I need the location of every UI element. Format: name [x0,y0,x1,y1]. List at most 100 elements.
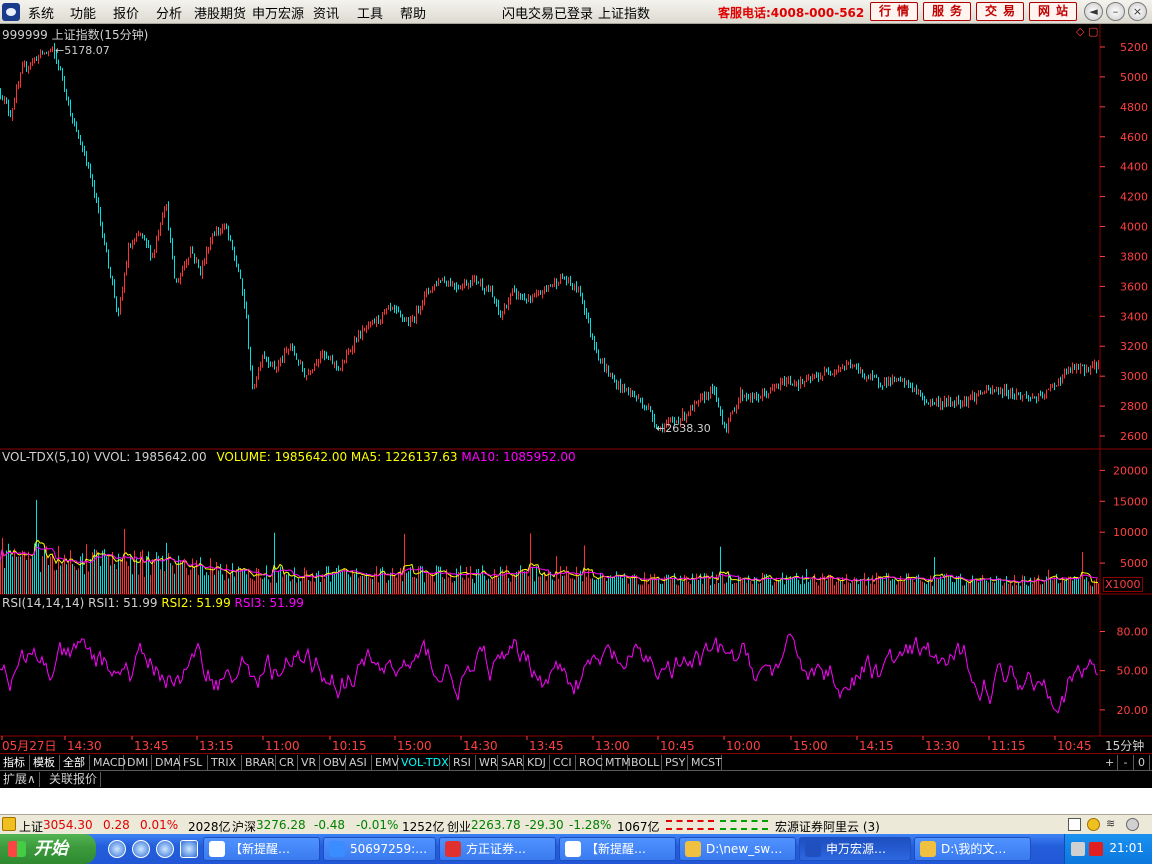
rsi-tick-label: 50.00 [1117,665,1149,678]
tab-macd[interactable]: MACD [90,755,126,770]
price-tick-label: 3200 [1120,340,1148,353]
tray-app-icon[interactable] [1089,842,1103,856]
alert-icon[interactable] [1087,818,1100,831]
start-button[interactable]: 开始 [0,834,96,864]
tab-vr[interactable]: VR [298,755,320,770]
task-item-1[interactable]: 【新提醒… [203,837,320,861]
app-logo-icon[interactable] [2,3,20,21]
cy-amount: 1067亿 [617,820,660,834]
tab--[interactable]: 模板 [30,755,60,770]
rsi3-label: RSI3 [234,596,262,610]
vvol-value: 1985642.00 [134,450,207,464]
task-item-7[interactable]: D:\我的文… [914,837,1031,861]
tab-cci[interactable]: CCI [550,755,576,770]
hs-pct: -0.01% [356,818,399,832]
settings-icon[interactable] [1126,818,1139,831]
ticker-icon[interactable] [2,817,16,831]
tab-dmi[interactable]: DMI [124,755,152,770]
price-tick-label: 2600 [1120,430,1148,443]
tab-mtm[interactable]: MTM [602,755,631,770]
tab-kdj[interactable]: KDJ [524,755,550,770]
related-quotes-tab[interactable]: 关联报价 [46,772,102,787]
zoom-out-button[interactable]: - [1118,755,1134,770]
tab-boll[interactable]: BOLL [628,755,662,770]
task-item-2[interactable]: 50697259:… [323,837,436,861]
menu-function[interactable]: 功能 [70,3,96,22]
sz-breadth-icon [720,820,768,830]
quote-button[interactable]: 行情 [870,2,918,21]
website-button[interactable]: 网站 [1029,2,1077,21]
tab-mcst[interactable]: MCST [688,755,722,770]
tab-wr[interactable]: WR [476,755,498,770]
browser-quicklaunch-icon[interactable] [156,840,174,858]
volume-tick-label: 20000 [1113,464,1148,477]
rsi-pane [0,633,1099,714]
folder-icon [685,841,701,857]
sh-amount: 2028亿 [188,820,231,834]
tab-emv[interactable]: EMV [372,755,399,770]
rsi-tick-label: 20.00 [1117,704,1149,717]
menu-help[interactable]: 帮助 [400,3,426,22]
tab-cr[interactable]: CR [276,755,298,770]
task-item-3[interactable]: 方正证券… [439,837,556,861]
hs-label[interactable]: 沪深 [232,818,256,835]
menu-hk-futures[interactable]: 港股期货 [194,3,246,22]
back-icon[interactable]: ◄ [1084,2,1103,21]
hs-amount: 1252亿 [402,820,445,834]
menu-shenwan[interactable]: 申万宏源 [252,3,304,22]
broker-server[interactable]: 宏源证券阿里云 (3) [775,818,880,835]
service-button[interactable]: 服务 [923,2,971,21]
tab--[interactable]: 全部 [60,755,90,770]
cy-label[interactable]: 创业 [447,818,471,835]
minimize-icon[interactable]: – [1106,2,1125,21]
x-tick-label: 11:15 [991,739,1026,753]
sh-label[interactable]: 上证 [19,818,43,835]
expand-toggle[interactable]: 扩展∧ [0,772,40,787]
menu-quote[interactable]: 报价 [113,3,139,22]
broker-app-icon [445,841,461,857]
extension-row: 扩展∧ 关联报价 [0,770,1152,788]
tab-sar[interactable]: SAR [498,755,524,770]
signal-icon: ≋ [1106,817,1116,830]
task-item-5[interactable]: D:\new_sw… [679,837,796,861]
tab-roc[interactable]: ROC [576,755,603,770]
task-item-6[interactable]: 申万宏源… [799,837,911,861]
close-icon[interactable]: × [1128,2,1147,21]
task-item-4[interactable]: 【新提醒… [559,837,676,861]
tab-asi[interactable]: ASI [346,755,372,770]
tab-rsi[interactable]: RSI [450,755,476,770]
period-label[interactable]: 15分钟 [1105,737,1144,754]
tab-brar[interactable]: BRAR [242,755,276,770]
rsi-tick-label: 80.00 [1117,626,1149,639]
tab-dma[interactable]: DMA [152,755,181,770]
tab--[interactable]: 指标 [0,755,30,770]
keyboard-icon[interactable] [1071,842,1085,856]
price-tick-label: 5000 [1120,71,1148,84]
layout-icon[interactable] [1068,818,1081,831]
tab-fsl[interactable]: FSL [180,755,208,770]
rsi2-value: 51.99 [196,596,231,610]
menu-system[interactable]: 系统 [28,3,54,22]
reset-zoom-button[interactable]: 0 [1134,755,1150,770]
zoom-in-button[interactable]: + [1102,755,1118,770]
app-quicklaunch-icon[interactable] [132,840,150,858]
shenwan-app-icon [805,841,821,857]
volume-tick-label: 10000 [1113,526,1148,539]
trade-button[interactable]: 交易 [976,2,1024,21]
menu-tools[interactable]: 工具 [357,3,383,22]
menu-analysis[interactable]: 分析 [156,3,182,22]
volume-tick-label: 5000 [1120,557,1148,570]
tab-psy[interactable]: PSY [662,755,688,770]
price-tick-label: 3800 [1120,250,1148,263]
desktop-quicklaunch-icon[interactable] [180,840,198,858]
chart-canvas[interactable]: 2600 2800 3000 3200 3400 3600 3800 4000 4200 4400… [0,24,1152,753]
tab-trix[interactable]: TRIX [208,755,242,770]
menu-news[interactable]: 资讯 [313,3,339,22]
expand-icon[interactable]: ◇ ▢ [1076,25,1098,38]
tab-obv[interactable]: OBV [320,755,346,770]
tab-vol-tdx[interactable]: VOL-TDX [398,755,450,770]
ie-quicklaunch-icon[interactable] [108,840,126,858]
x-tick-label: 15:00 [793,739,828,753]
volume-tick-label: 15000 [1113,495,1148,508]
rsi-legend: RSI(14,14,14) RSI1: 51.99 RSI2: 51.99 RS… [2,596,304,610]
